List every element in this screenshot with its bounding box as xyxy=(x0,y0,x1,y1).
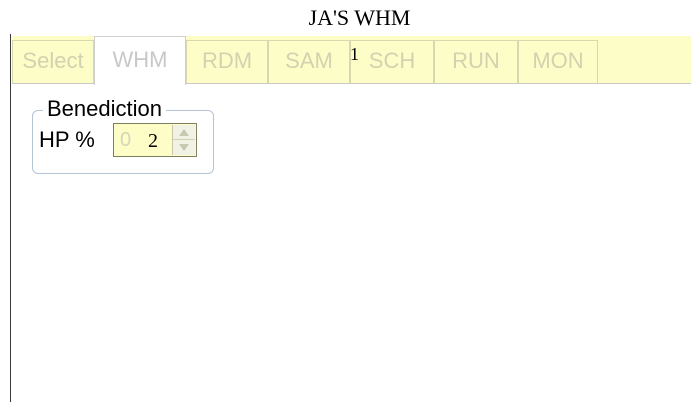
tab-marker-text: 1 xyxy=(350,44,359,64)
hp-percent-spinner[interactable]: 0 2 xyxy=(113,123,197,157)
tab-rdm[interactable]: RDM xyxy=(186,40,268,83)
window-title: JA'S WHM xyxy=(308,5,411,30)
benediction-group: Benediction HP % 0 2 xyxy=(32,96,214,174)
group-title: Benediction xyxy=(43,96,166,122)
tab-mon[interactable]: MON xyxy=(518,40,598,83)
spinner-down-button[interactable] xyxy=(173,140,195,155)
tab-select[interactable]: Select xyxy=(12,40,94,83)
spinner-value[interactable]: 2 xyxy=(148,128,158,154)
tab-whm[interactable]: WHM xyxy=(94,36,186,85)
tab-run[interactable]: RUN xyxy=(434,40,518,83)
triangle-down-icon xyxy=(179,144,189,151)
tab-sch[interactable]: SCH xyxy=(350,40,434,83)
tab-sam[interactable]: SAM xyxy=(268,40,350,83)
tab-panel-whm: Benediction HP % 0 2 xyxy=(12,84,691,402)
triangle-up-icon xyxy=(179,129,189,136)
window-left-border xyxy=(10,34,11,402)
tab-strip: Select WHM RDM SAM SCH RUN MON 1 xyxy=(12,36,691,85)
hp-percent-label: HP % xyxy=(39,127,95,152)
spinner-buttons xyxy=(172,125,195,155)
spinner-placeholder: 0 xyxy=(120,129,132,151)
spinner-up-button[interactable] xyxy=(173,125,195,140)
